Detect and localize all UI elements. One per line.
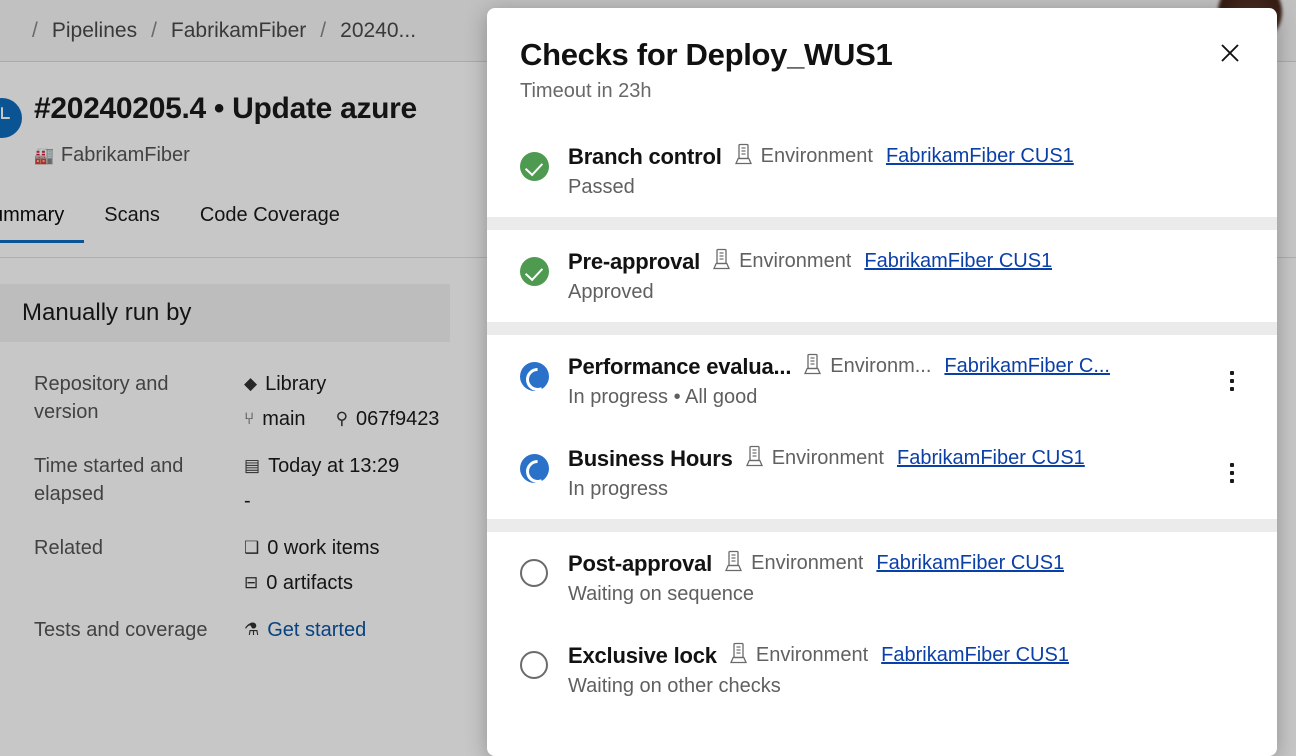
check-item-pre-approval[interactable]: Pre-approval Environment FabrikamFiber C… xyxy=(487,230,1277,322)
check-status: In progress • All good xyxy=(568,386,758,409)
group-separator xyxy=(487,322,1277,336)
check-status-icon-wrap xyxy=(520,143,566,182)
check-status-icon-wrap xyxy=(520,353,566,392)
check-status: Waiting on other checks xyxy=(568,675,781,698)
check-name: Post-approval xyxy=(568,550,713,576)
environment-label: Environment xyxy=(755,644,869,667)
timeout-label: Timeout in 23h xyxy=(520,80,652,103)
check-status-icon-wrap xyxy=(520,550,566,588)
check-name: Business Hours xyxy=(568,445,733,471)
check-item-business-hours[interactable]: Business Hours Environment FabrikamFiber… xyxy=(487,427,1277,519)
check-status: Approved xyxy=(568,281,654,304)
environment-link[interactable]: FabrikamFiber CUS1 xyxy=(897,447,1085,470)
environment-label: Environment xyxy=(739,250,852,273)
checks-panel-title: Checks for Deploy_WUS1 xyxy=(520,37,893,72)
check-name: Performance evalua... xyxy=(568,353,792,379)
checks-list: Branch control Environment FabrikamFiber… xyxy=(487,125,1277,717)
check-group: Post-approval Environment FabrikamFiber … xyxy=(487,532,1277,717)
close-button[interactable] xyxy=(1207,30,1253,76)
check-waiting-icon xyxy=(520,559,548,588)
check-group: Performance evalua... Environm... Fabrik… xyxy=(487,335,1277,520)
environment-link[interactable]: FabrikamFiber CUS1 xyxy=(881,644,1069,667)
environment-label: Environm... xyxy=(830,355,932,378)
check-status-icon-wrap xyxy=(520,445,566,484)
checks-panel: Checks for Deploy_WUS1 Timeout in 23h Br… xyxy=(487,8,1277,756)
check-in-progress-icon xyxy=(520,454,549,484)
environment-server-icon xyxy=(712,248,731,275)
check-item-post-approval[interactable]: Post-approval Environment FabrikamFiber … xyxy=(487,532,1277,624)
screen: / Pipelines / FabrikamFiber / 20240... #… xyxy=(0,0,1296,756)
check-status-icon-wrap xyxy=(520,642,566,680)
environment-link[interactable]: FabrikamFiber CUS1 xyxy=(886,145,1074,168)
more-vertical-icon[interactable] xyxy=(1215,365,1249,397)
check-passed-icon xyxy=(520,257,549,287)
check-status-icon-wrap xyxy=(520,248,566,287)
environment-link[interactable]: FabrikamFiber CUS1 xyxy=(864,250,1052,273)
check-status: In progress xyxy=(568,478,669,501)
environment-server-icon xyxy=(803,353,822,380)
environment-server-icon xyxy=(724,550,743,577)
close-icon xyxy=(1218,41,1242,65)
environment-link[interactable]: FabrikamFiber CUS1 xyxy=(876,552,1064,575)
environment-server-icon xyxy=(734,143,753,170)
check-group: Branch control Environment FabrikamFiber… xyxy=(487,125,1277,218)
check-group: Pre-approval Environment FabrikamFiber C… xyxy=(487,230,1277,323)
check-item-exclusive-lock[interactable]: Exclusive lock Environment FabrikamFiber… xyxy=(487,624,1277,716)
check-status: Passed xyxy=(568,176,635,199)
check-passed-icon xyxy=(520,152,549,182)
check-name: Pre-approval xyxy=(568,248,701,274)
group-separator xyxy=(487,217,1277,231)
check-waiting-icon xyxy=(520,651,548,680)
check-item-branch-control[interactable]: Branch control Environment FabrikamFiber… xyxy=(487,125,1277,217)
check-name: Exclusive lock xyxy=(568,642,717,668)
checks-panel-header: Checks for Deploy_WUS1 Timeout in 23h xyxy=(487,8,1277,103)
check-name: Branch control xyxy=(568,143,722,169)
environment-server-icon xyxy=(729,642,748,669)
more-vertical-icon[interactable] xyxy=(1215,457,1249,489)
environment-server-icon xyxy=(745,445,764,472)
environment-link[interactable]: FabrikamFiber C... xyxy=(944,355,1110,378)
environment-label: Environment xyxy=(771,447,884,470)
check-status: Waiting on sequence xyxy=(568,583,755,606)
check-in-progress-icon xyxy=(520,362,549,392)
environment-label: Environment xyxy=(751,552,864,575)
group-separator xyxy=(487,519,1277,533)
check-item-performance-evaluation[interactable]: Performance evalua... Environm... Fabrik… xyxy=(487,335,1277,427)
environment-label: Environment xyxy=(760,145,873,168)
